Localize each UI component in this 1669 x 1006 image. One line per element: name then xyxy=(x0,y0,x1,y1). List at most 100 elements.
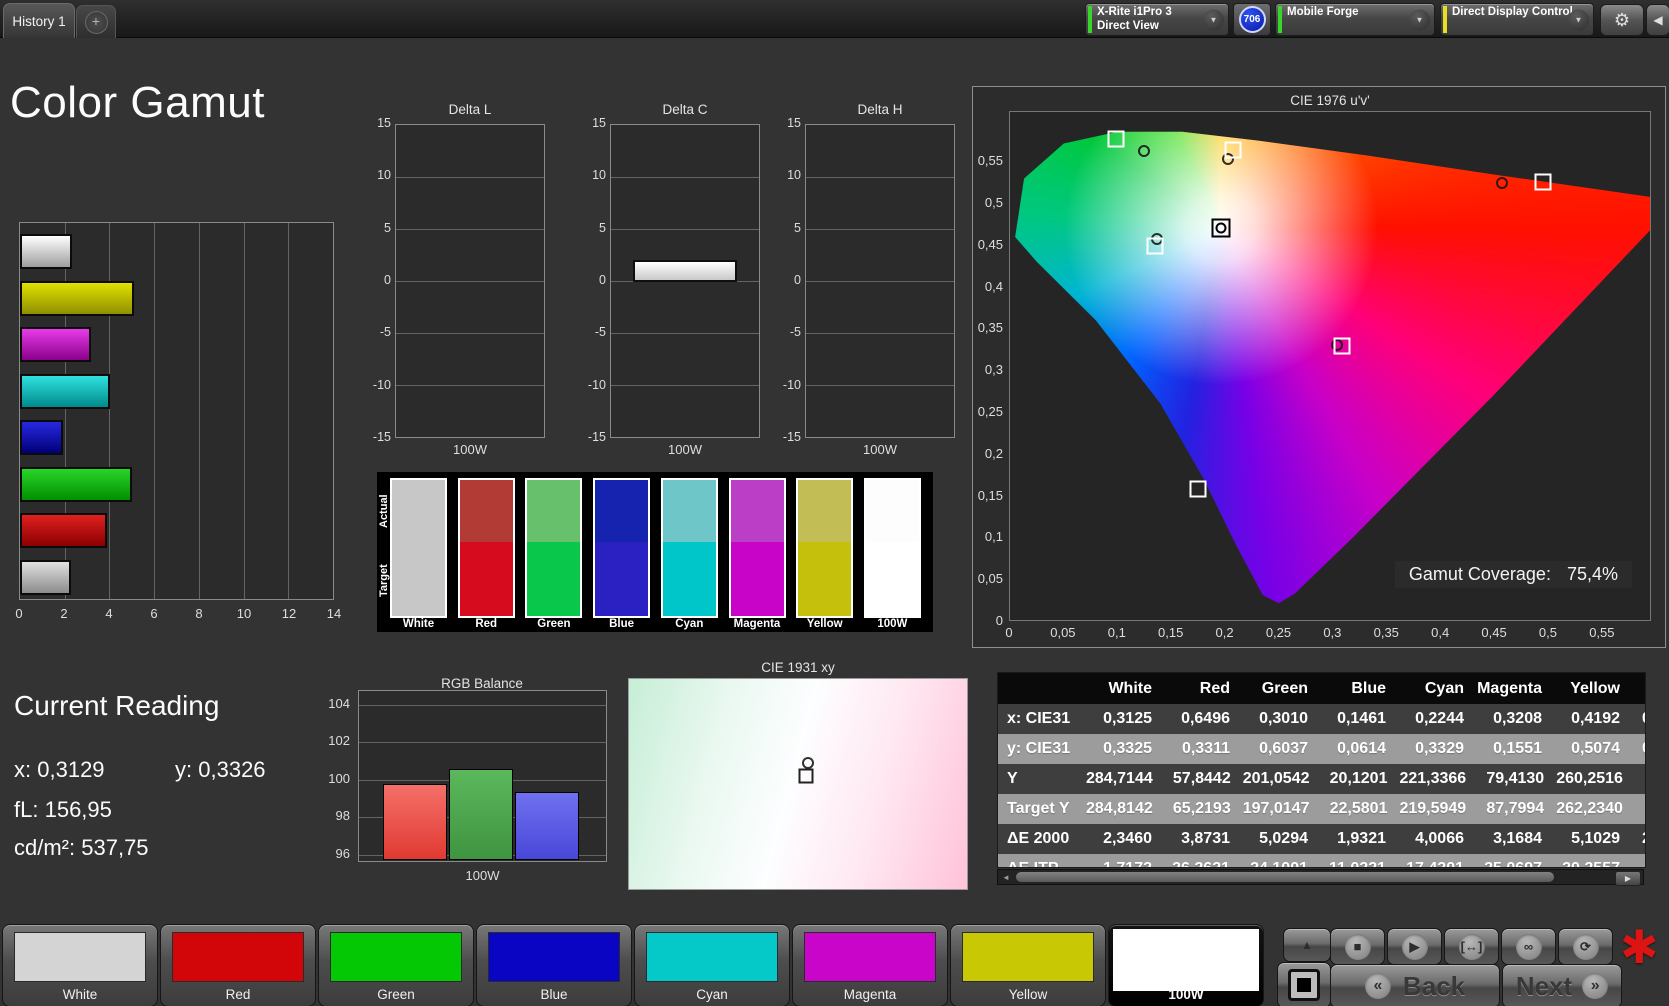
pattern-swatch xyxy=(330,932,462,982)
chevron-down-icon[interactable]: ▼ xyxy=(1203,9,1224,30)
stop-icon: ■ xyxy=(1344,933,1371,960)
row-label: ΔE 2000 xyxy=(1007,830,1070,847)
actual-swatch xyxy=(392,480,445,542)
gridline xyxy=(806,229,954,230)
scroll-left-icon[interactable]: ◄ xyxy=(999,871,1013,883)
axis-tick-label: 14 xyxy=(326,606,342,621)
pattern-button-yellow[interactable]: Yellow xyxy=(950,924,1106,1006)
rgb-balance-title: RGB Balance xyxy=(441,676,523,691)
tab-history-1[interactable]: History 1 xyxy=(3,3,75,38)
axis-tick-label: -5 xyxy=(379,325,391,340)
actual-swatch xyxy=(798,480,852,542)
cell: 5,0294 xyxy=(1259,830,1308,847)
play-button[interactable]: ▶ xyxy=(1387,928,1442,965)
table-row: Y 284,7144 57,8442 201,0542 20,1201 221,3366 7… xyxy=(998,764,1645,794)
window-mode-button[interactable] xyxy=(1277,962,1331,1006)
axis-tick-label: 0,25 xyxy=(1265,625,1292,640)
delta-l-chart: Delta L 100W 15 10 5 0 -5 -10 -15 xyxy=(367,102,545,462)
pattern-source-button[interactable]: Mobile Forge ▼ xyxy=(1275,3,1435,36)
cell: 3,1684 xyxy=(1493,830,1542,847)
gridline xyxy=(109,223,111,599)
next-button[interactable]: Next » xyxy=(1502,964,1622,1006)
collapse-panel-button[interactable]: ◀ xyxy=(1646,4,1669,36)
cie-1976-panel: CIE 1976 u'v' Gamut Coverage: 75,4% 0 0,0… xyxy=(972,86,1666,648)
chevron-left-icon: ◀ xyxy=(1653,13,1663,27)
back-button[interactable]: « Back xyxy=(1330,964,1500,1006)
pattern-button-blue[interactable]: Blue xyxy=(476,924,632,1006)
cell: 0,3 xyxy=(1632,740,1645,758)
red-measured xyxy=(1496,176,1509,189)
meter-device-button[interactable]: X-Rite i1Pro 3 Direct View ▼ xyxy=(1085,3,1229,36)
display-control-button[interactable]: Direct Display Control ▼ xyxy=(1440,3,1594,36)
pattern-button-label: 100W xyxy=(1168,987,1204,1002)
cell: 0,2244 xyxy=(1415,710,1464,727)
axis-tick-label: 0 xyxy=(995,613,1003,628)
table-row: ΔE 2000 2,3460 3,8731 5,0294 1,9321 4,0066 3,1… xyxy=(998,824,1645,854)
stop-button[interactable]: ■ xyxy=(1330,928,1385,965)
gridline xyxy=(396,333,544,334)
pattern-button-green[interactable]: Green xyxy=(318,924,474,1006)
add-tab-button[interactable]: + xyxy=(76,5,116,38)
pattern-button-cyan[interactable]: Cyan xyxy=(634,924,790,1006)
axis-tick-label: 0,05 xyxy=(977,571,1003,587)
deltae-bar-white xyxy=(20,234,73,269)
scroll-right-icon[interactable]: ▶ xyxy=(1615,871,1641,886)
column-header: Red xyxy=(1199,679,1230,697)
axis-tick-label: 0,55 xyxy=(977,153,1003,169)
swatch-white xyxy=(390,478,447,618)
chevron-down-icon[interactable]: ▼ xyxy=(1568,9,1589,30)
pattern-button-white[interactable]: White xyxy=(2,924,158,1006)
pattern-button-red[interactable]: Red xyxy=(160,924,316,1006)
gridline xyxy=(611,229,759,230)
alert-asterisk-icon[interactable]: ✱ xyxy=(1620,920,1659,974)
cie-1931-title: CIE 1931 xy xyxy=(761,660,835,675)
swatch-yellow xyxy=(796,478,854,618)
cell: 1,9321 xyxy=(1337,830,1386,847)
target-swatch xyxy=(662,542,716,616)
pattern-swatch xyxy=(172,932,304,982)
continuous-measure-button[interactable]: ∞ xyxy=(1501,928,1556,965)
cell: 284,7144 xyxy=(1086,770,1153,787)
scroll-up-button[interactable]: ▲ xyxy=(1283,928,1331,962)
cell: 26,2621 xyxy=(1164,860,1242,867)
actual-swatch xyxy=(527,480,581,542)
gridline xyxy=(611,177,759,178)
meter-count-button[interactable]: 706 xyxy=(1233,3,1271,36)
swatch-green xyxy=(525,478,583,618)
pattern-swatch xyxy=(1113,929,1259,991)
gridline xyxy=(396,385,544,386)
cell: 2,3460 xyxy=(1103,830,1152,847)
axis-tick-label: 0,15 xyxy=(977,487,1003,503)
column-header: Cyan xyxy=(1424,679,1464,697)
axis-tick-label: 98 xyxy=(335,808,350,824)
x-axis-label: 100W xyxy=(668,442,702,457)
magenta-target xyxy=(1333,337,1351,355)
axis-tick-label: 0,45 xyxy=(1481,625,1507,640)
cell: 79,4130 xyxy=(1486,770,1545,787)
row-label: x: CIE31 xyxy=(1007,710,1071,727)
gridline xyxy=(396,281,544,282)
scrollbar-thumb[interactable] xyxy=(1016,872,1554,882)
axis-tick-label: 104 xyxy=(328,696,350,712)
swatch-label: Magenta xyxy=(733,618,781,630)
axis-tick-label: 0,2 xyxy=(1215,625,1234,640)
axis-tick-label: 0,15 xyxy=(1158,625,1184,640)
refresh-button[interactable]: ⟳ xyxy=(1558,928,1613,965)
column-header: White xyxy=(1108,679,1152,697)
axis-tick-label: -15 xyxy=(782,430,801,444)
pattern-button-label: Blue xyxy=(540,987,568,1002)
meter-device-name: X-Rite i1Pro 3 xyxy=(1097,6,1172,18)
page-title: Color Gamut xyxy=(10,78,265,127)
single-measure-button[interactable]: [↔] xyxy=(1444,928,1499,965)
chevron-down-icon[interactable]: ▼ xyxy=(1409,9,1430,30)
pattern-button-100w[interactable]: 100W xyxy=(1108,924,1264,1006)
settings-button[interactable]: ⚙ xyxy=(1600,4,1644,36)
swatch-label: Blue xyxy=(609,618,635,630)
table-scrollbar[interactable]: ◄ ▶ xyxy=(997,869,1644,886)
cell: 57,8442 xyxy=(1172,770,1231,787)
cell: 0,6037 xyxy=(1259,740,1308,757)
target-swatch xyxy=(798,542,852,616)
gridline xyxy=(806,333,954,334)
pattern-button-magenta[interactable]: Magenta xyxy=(792,924,948,1006)
deltae-bar-magenta xyxy=(20,327,91,362)
